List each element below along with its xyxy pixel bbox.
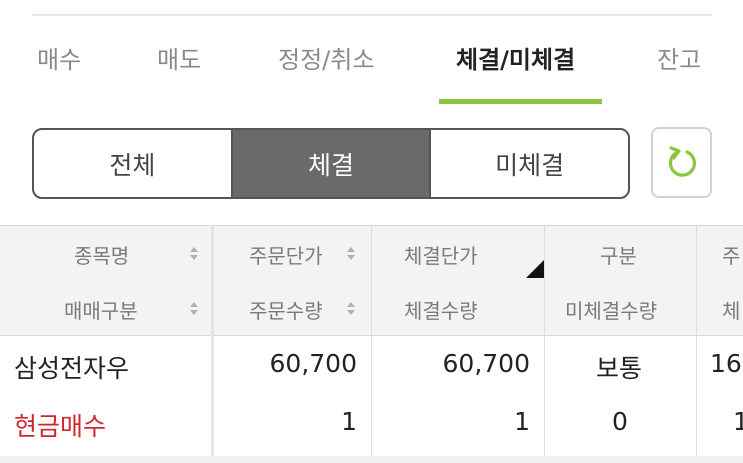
trade-type: 현금매수 [14, 412, 107, 441]
filter-unexecuted-button[interactable]: 미체결 [431, 130, 628, 197]
unexec-qty: 0 [612, 407, 628, 436]
sort-indicator-icon [526, 260, 544, 278]
order-tabs: 매수 매도 정정/취소 체결/미체결 잔고 [0, 30, 743, 104]
column-divider [544, 225, 545, 463]
column-divider [371, 225, 372, 463]
order-qty: 1 [341, 407, 357, 436]
tab-modify-cancel[interactable]: 정정/취소 [278, 40, 374, 75]
header-exec-price[interactable]: 체결단가 [404, 240, 478, 269]
header-stock-name[interactable]: 종목명 [74, 240, 129, 269]
exec-qty: 1 [514, 407, 530, 436]
stock-name: 삼성전자우 [14, 354, 130, 383]
refresh-button[interactable] [651, 127, 712, 198]
header-order-qty[interactable]: 주문수량 [249, 295, 323, 324]
order-category: 보통 [596, 354, 643, 383]
filter-all-button[interactable]: 전체 [34, 130, 233, 197]
header-col5-bottom[interactable]: 체 [722, 295, 740, 324]
execution-table: 종목명 매매구분 주문단가 주문수량 체결단가 체결수량 구분 미체결수량 주 … [0, 225, 743, 463]
col5-top-value: 16 [710, 349, 742, 378]
next-row-edge [0, 456, 743, 463]
tab-buy[interactable]: 매수 [37, 40, 81, 75]
header-col5-top[interactable]: 주 [722, 240, 740, 269]
tab-balance[interactable]: 잔고 [657, 40, 701, 75]
sort-icon[interactable] [189, 302, 199, 316]
exec-price: 60,700 [442, 349, 530, 378]
execution-filter: 전체 체결 미체결 [32, 128, 630, 199]
order-price: 60,700 [269, 349, 357, 378]
header-unexec-qty[interactable]: 미체결수량 [565, 295, 657, 324]
sort-icon[interactable] [346, 302, 356, 316]
tab-sell[interactable]: 매도 [157, 40, 201, 75]
refresh-icon [668, 145, 696, 177]
column-divider [211, 225, 214, 463]
column-divider [696, 225, 697, 463]
tab-executed-unexecuted[interactable]: 체결/미체결 [456, 40, 575, 75]
top-divider [32, 14, 712, 16]
header-order-price[interactable]: 주문단가 [249, 240, 323, 269]
col5-bottom-value: 1 [733, 407, 743, 436]
active-tab-indicator [439, 99, 602, 104]
header-trade-type[interactable]: 매매구분 [64, 295, 138, 324]
header-exec-qty[interactable]: 체결수량 [404, 295, 478, 324]
sort-icon[interactable] [346, 247, 356, 261]
header-category[interactable]: 구분 [600, 240, 637, 269]
sort-icon[interactable] [189, 247, 199, 261]
filter-executed-button[interactable]: 체결 [232, 130, 432, 197]
